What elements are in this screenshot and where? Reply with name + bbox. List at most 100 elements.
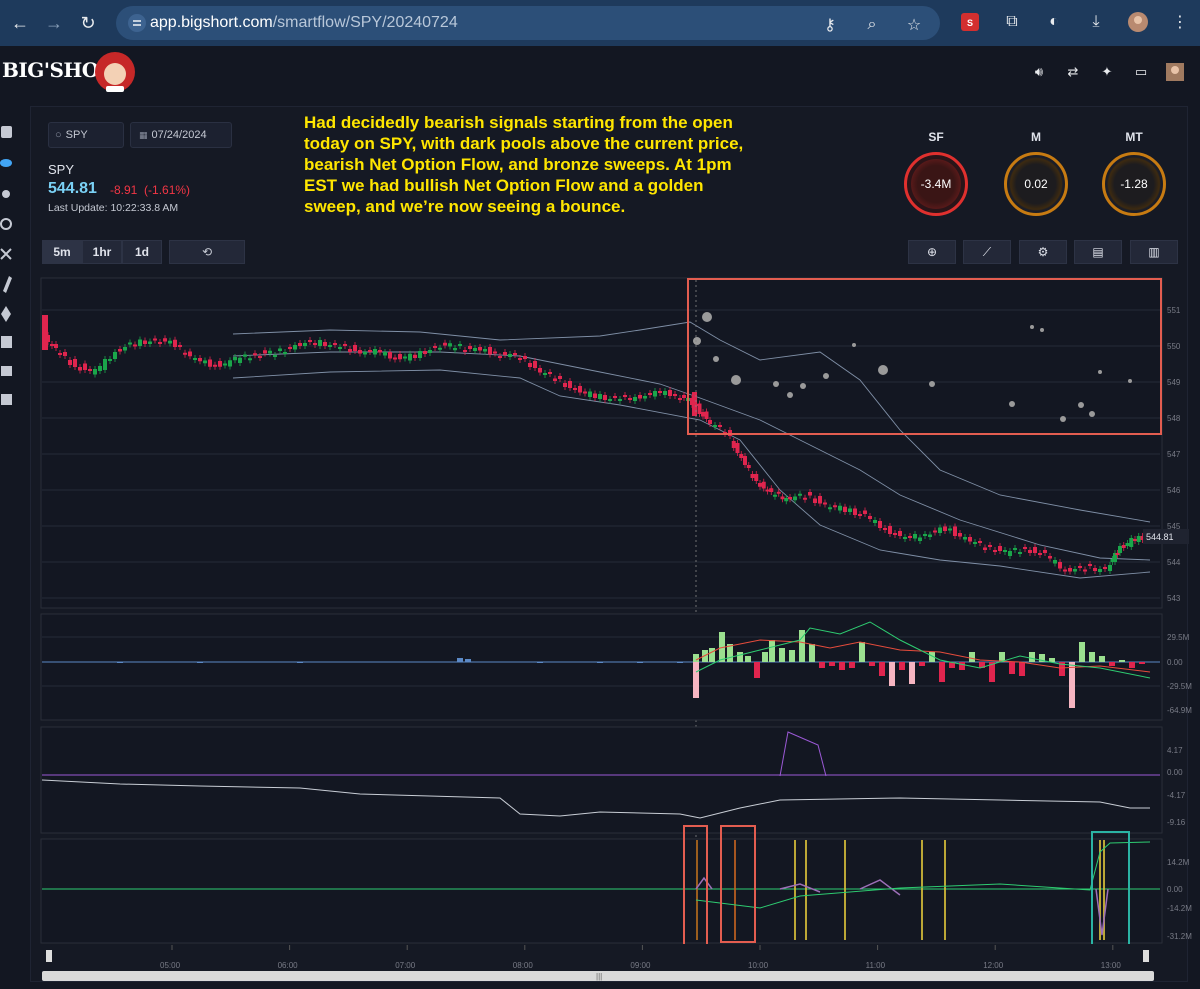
time-tick-label: 07:00 (395, 961, 416, 970)
net-flow-bar (1049, 658, 1055, 662)
candle-body (923, 534, 927, 536)
net-flow-bar (1009, 662, 1015, 674)
dark-pool-dot[interactable] (823, 373, 829, 379)
candle-body (780, 496, 785, 500)
dark-pool-dot[interactable] (1098, 370, 1102, 374)
candle-body (183, 352, 187, 355)
flow-tick-label: -29.5M (1167, 682, 1192, 691)
dark-pool-dot[interactable] (929, 381, 935, 387)
dark-pool-dot[interactable] (1030, 325, 1034, 329)
dark-pool-dot[interactable] (731, 375, 741, 385)
candle-body (42, 315, 48, 350)
dark-pool-dot[interactable] (1009, 401, 1015, 407)
dark-pool-dot[interactable] (702, 312, 712, 322)
sweep-tick-label: 0.00 (1167, 768, 1183, 777)
candle-body (818, 496, 822, 504)
candle-body (784, 498, 789, 502)
candle-body (838, 505, 842, 511)
dark-pool-dot[interactable] (787, 392, 793, 398)
dark-pool-dot[interactable] (693, 337, 701, 345)
net-flow-bar (1099, 656, 1105, 662)
net-flow-bar (197, 662, 203, 663)
candle-body (668, 390, 672, 396)
dark-pool-dot[interactable] (852, 343, 856, 347)
candle-body (769, 488, 774, 492)
candle-body (308, 340, 312, 342)
net-flow-bar (969, 652, 975, 662)
dark-pool-dot[interactable] (1128, 379, 1132, 383)
candle-body (418, 351, 422, 358)
candle-body (428, 350, 432, 353)
candle-body (573, 388, 577, 390)
dark-pool-dot[interactable] (1078, 402, 1084, 408)
net-flow-bar (637, 662, 643, 663)
candle-body (133, 344, 137, 347)
net-flow-bar (762, 652, 768, 662)
candle-body (50, 344, 54, 346)
candle-body (208, 359, 212, 367)
candle-body (63, 352, 67, 356)
candle-body (1033, 547, 1037, 553)
candle-body (746, 465, 751, 468)
candle-body (473, 348, 477, 351)
net-flow-bar (939, 662, 945, 682)
candle-body (93, 369, 97, 375)
candle-body (198, 358, 202, 362)
candle-body (750, 474, 755, 478)
candle-body (323, 342, 327, 346)
candle-body (398, 354, 402, 360)
range-handle-left[interactable] (46, 950, 52, 962)
candle-body (423, 351, 427, 354)
candle-body (373, 349, 377, 355)
candle-body (1115, 553, 1120, 555)
net-flow-bar (1079, 642, 1085, 662)
net-flow-bar (693, 654, 699, 662)
candle-body (543, 373, 547, 375)
candle-body (868, 516, 872, 519)
scrollbar-grip-icon[interactable]: ||| (596, 972, 602, 981)
dark-pool-dot[interactable] (1060, 416, 1066, 422)
candle-body (1073, 569, 1077, 572)
candle-body (158, 342, 162, 344)
candle-body (673, 394, 677, 396)
time-tick-label: 09:00 (630, 961, 651, 970)
chart-canvas[interactable]: 551550549548547546545544543 544.81 29.5M… (0, 0, 1200, 989)
candle-body (613, 396, 617, 398)
candle-body (1125, 543, 1130, 546)
price-tick-label: 544 (1167, 558, 1181, 567)
candle-body (731, 441, 736, 448)
candle-body (548, 372, 552, 374)
net-flow-bar (829, 662, 835, 666)
candle-body (213, 364, 217, 367)
candle-body (1108, 565, 1112, 571)
candle-body (553, 378, 557, 381)
net-flow-bar (693, 662, 699, 698)
dark-pool-dot[interactable] (713, 356, 719, 362)
dark-pool-dot[interactable] (1089, 411, 1095, 417)
dark-pool-dot[interactable] (1040, 328, 1044, 332)
range-handle-right[interactable] (1143, 950, 1149, 962)
time-tick-label: 10:00 (748, 961, 769, 970)
candle-body (608, 399, 612, 401)
candle-body (283, 352, 287, 354)
dark-pool-dot[interactable] (800, 383, 806, 389)
net-flow-bar (789, 650, 795, 662)
candle-body (648, 393, 652, 395)
candle-body (148, 341, 152, 344)
dark-pool-dot[interactable] (878, 365, 888, 375)
candle-body (218, 361, 222, 367)
net-flow-bar (919, 662, 925, 666)
candle-body (193, 358, 197, 360)
net-flow-bar (839, 662, 845, 670)
candle-body (188, 351, 192, 357)
candle-body (1136, 536, 1141, 542)
candle-body (118, 349, 122, 352)
candle-body (1093, 568, 1097, 571)
candle-body (253, 353, 257, 356)
candle-body (478, 347, 482, 351)
sweep-tick-label: -4.17 (1167, 791, 1186, 800)
candle-body (623, 395, 627, 397)
flow-tick-label: 0.00 (1167, 658, 1183, 667)
dark-pool-dot[interactable] (773, 381, 779, 387)
candle-body (533, 361, 537, 368)
